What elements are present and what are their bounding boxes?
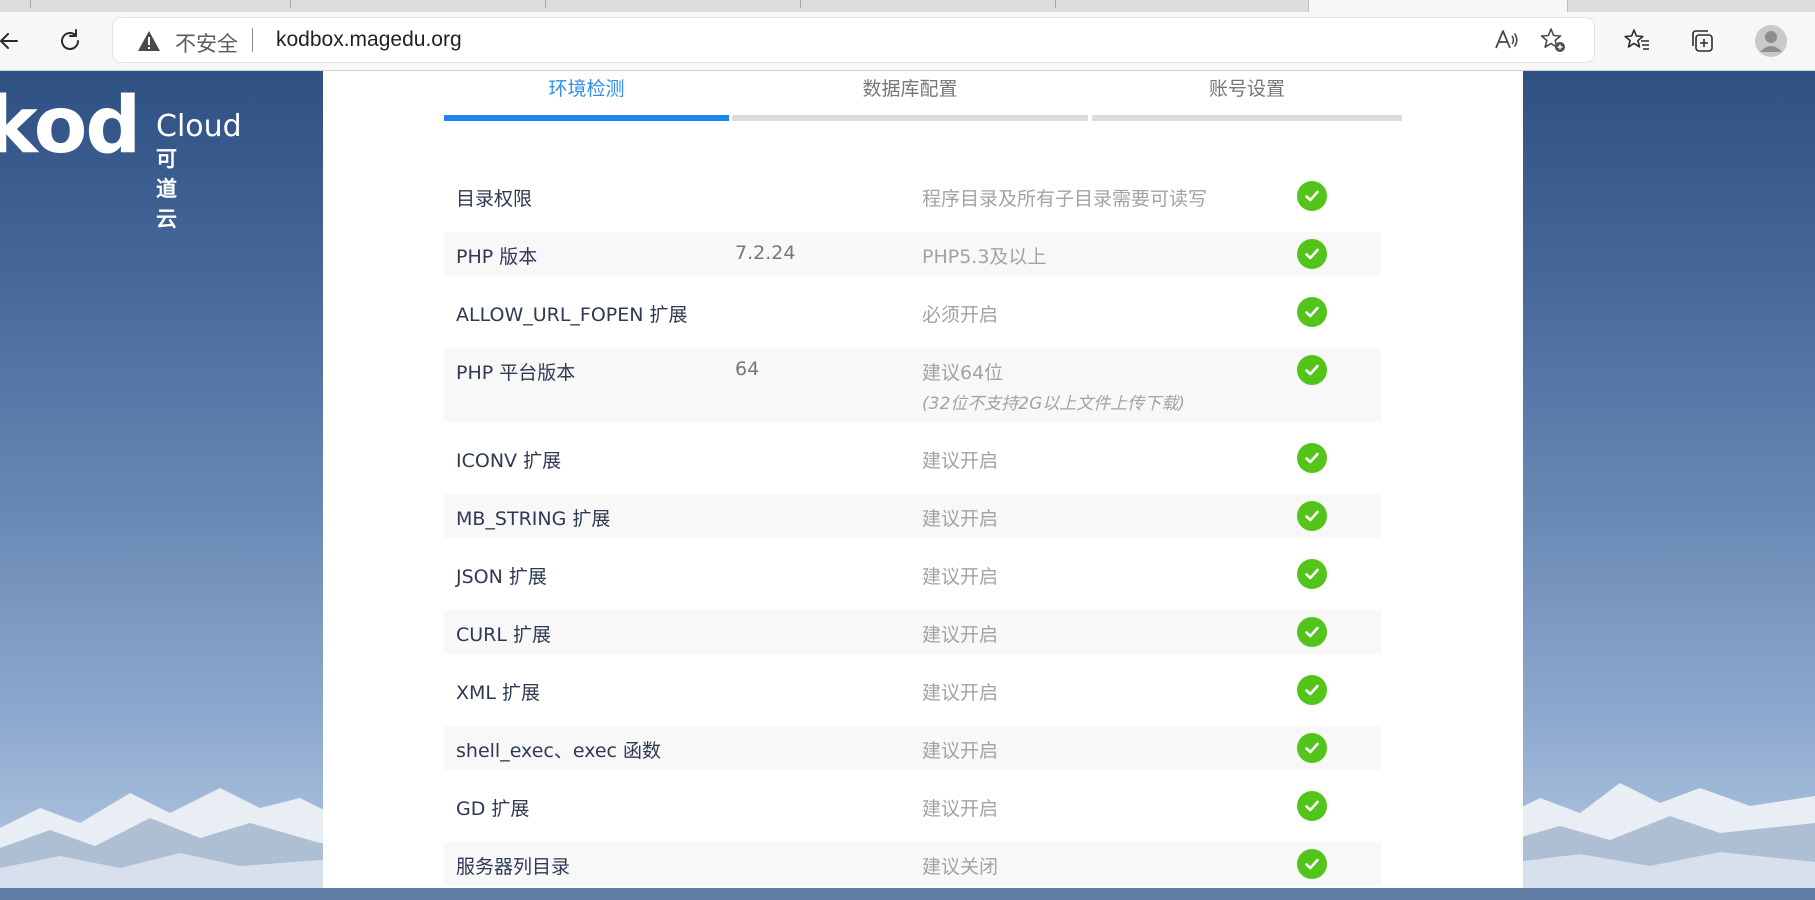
environment-check-list: 目录权限 程序目录及所有子目录需要可读写 PHP 版本 7.2.24 PHP5.…	[444, 174, 1381, 900]
step-label: 数据库配置	[862, 78, 958, 100]
check-requirement: 建议开启	[922, 450, 999, 472]
check-row-php-version: PHP 版本 7.2.24 PHP5.3及以上	[444, 232, 1381, 276]
check-pass-icon	[1297, 849, 1327, 879]
avatar-icon	[1755, 25, 1787, 57]
check-requirement: 建议开启	[922, 566, 999, 588]
check-requirement: 建议关闭	[922, 856, 999, 878]
refresh-button[interactable]	[52, 23, 88, 59]
step-database-config[interactable]: 数据库配置	[732, 71, 1088, 121]
check-pass-icon	[1297, 239, 1327, 269]
check-note: (32位不支持2G以上文件上传下载)	[922, 394, 1185, 414]
install-steps: 环境检测 数据库配置 账号设置	[444, 71, 1402, 121]
warning-icon[interactable]	[137, 30, 161, 52]
check-pass-icon	[1297, 355, 1327, 385]
add-favorite-button[interactable]	[1538, 25, 1568, 55]
url-text[interactable]: kodbox.magedu.org	[276, 28, 462, 52]
favorites-button[interactable]	[1619, 23, 1655, 59]
check-row-mb-string: MB_STRING 扩展 建议开启	[444, 494, 1381, 538]
check-row-shell-exec: shell_exec、exec 函数 建议开启	[444, 726, 1381, 770]
tab-separator	[1055, 0, 1056, 8]
check-row-gd: GD 扩展 建议开启	[444, 784, 1381, 828]
check-name: ALLOW_URL_FOPEN 扩展	[456, 304, 688, 326]
check-row-xml: XML 扩展 建议开启	[444, 668, 1381, 712]
browser-toolbar: 不安全 kodbox.magedu.org	[0, 12, 1815, 71]
check-requirement: 必须开启	[922, 304, 999, 326]
check-requirement: PHP5.3及以上	[922, 246, 1047, 268]
back-button[interactable]	[0, 23, 28, 59]
check-requirement: 建议开启	[922, 740, 999, 762]
step-env-check[interactable]: 环境检测	[444, 71, 729, 121]
favorites-icon	[1624, 29, 1649, 50]
check-pass-icon	[1297, 791, 1327, 821]
address-bar[interactable]: 不安全 kodbox.magedu.org	[113, 18, 1594, 62]
check-pass-icon	[1297, 501, 1327, 531]
check-row-php-platform: PHP 平台版本 64 建议64位 (32位不支持2G以上文件上传下载)	[444, 348, 1381, 422]
check-pass-icon	[1297, 675, 1327, 705]
step-account-settings[interactable]: 账号设置	[1092, 71, 1402, 121]
check-pass-icon	[1297, 617, 1327, 647]
check-row-allow-url-fopen: ALLOW_URL_FOPEN 扩展 必须开启	[444, 290, 1381, 334]
not-secure-label[interactable]: 不安全	[175, 28, 238, 58]
install-panel: 环境检测 数据库配置 账号设置 目录权限 程序目录及所有子目录需要可读写 PHP…	[323, 71, 1523, 888]
check-value: 64	[735, 358, 760, 380]
logo-brand-text: kod	[0, 81, 141, 171]
check-name: GD 扩展	[456, 798, 530, 820]
logo-cn-text: 可道云	[156, 147, 178, 231]
logo-cloud-text: Cloud	[156, 109, 242, 144]
read-aloud-icon	[1495, 30, 1518, 49]
check-row-dir-permission: 目录权限 程序目录及所有子目录需要可读写	[444, 174, 1381, 218]
step-label: 环境检测	[548, 78, 625, 100]
back-arrow-icon	[0, 33, 18, 49]
tab-strip	[0, 0, 1815, 12]
profile-button[interactable]	[1753, 23, 1789, 59]
check-pass-icon	[1297, 181, 1327, 211]
check-requirement: 建议开启	[922, 798, 999, 820]
check-row-json: JSON 扩展 建议开启	[444, 552, 1381, 596]
check-requirement: 建议64位	[922, 362, 1004, 384]
check-value: 7.2.24	[735, 242, 796, 264]
tab-separator	[290, 0, 291, 8]
tab-separator	[30, 0, 31, 8]
star-add-icon	[1540, 28, 1565, 52]
check-name: PHP 平台版本	[456, 362, 576, 384]
check-requirement: 建议开启	[922, 508, 999, 530]
check-name: 服务器列目录	[456, 856, 571, 878]
check-name: XML 扩展	[456, 682, 541, 704]
check-name: CURL 扩展	[456, 624, 552, 646]
check-requirement: 建议开启	[922, 682, 999, 704]
check-row-iconv: ICONV 扩展 建议开启	[444, 436, 1381, 480]
check-pass-icon	[1297, 297, 1327, 327]
active-tab[interactable]	[1308, 0, 1568, 12]
check-pass-icon	[1297, 733, 1327, 763]
refresh-icon	[61, 29, 79, 50]
collections-button[interactable]	[1684, 23, 1720, 59]
check-row-dir-listing: 服务器列目录 建议关闭	[444, 842, 1381, 886]
tab-separator	[800, 0, 801, 8]
check-requirement: 建议开启	[922, 624, 999, 646]
check-name: ICONV 扩展	[456, 450, 562, 472]
read-aloud-button[interactable]	[1491, 25, 1521, 55]
step-label: 账号设置	[1208, 78, 1285, 100]
step-progress-bar	[1092, 115, 1402, 121]
check-name: 目录权限	[456, 188, 533, 210]
step-progress-bar	[444, 115, 729, 121]
check-pass-icon	[1297, 443, 1327, 473]
check-requirement: 程序目录及所有子目录需要可读写	[922, 188, 1208, 210]
collections-icon	[1692, 30, 1713, 52]
check-name: MB_STRING 扩展	[456, 508, 611, 530]
check-pass-icon	[1297, 559, 1327, 589]
step-progress-bar	[732, 115, 1088, 121]
check-name: JSON 扩展	[456, 566, 547, 588]
tab-separator	[545, 0, 546, 8]
check-name: shell_exec、exec 函数	[456, 740, 662, 762]
check-row-curl: CURL 扩展 建议开启	[444, 610, 1381, 654]
address-separator	[252, 28, 253, 52]
check-name: PHP 版本	[456, 246, 538, 268]
